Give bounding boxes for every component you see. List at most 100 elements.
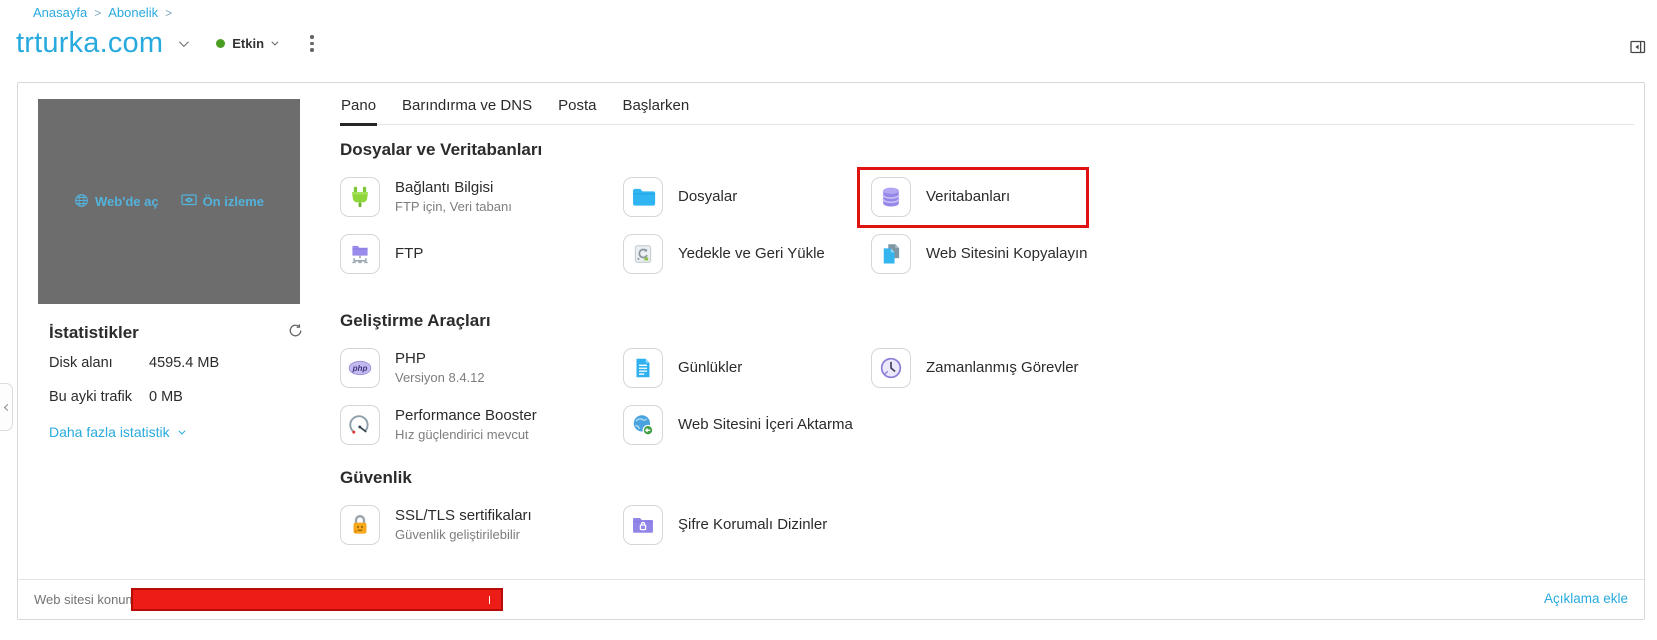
breadcrumb: Anasayfa > Abonelik > [33,5,172,20]
section-security: Güvenlik SSL/TLS serti [340,468,871,545]
item-label: Günlükler [678,359,742,377]
status-dot-icon [216,39,225,48]
preview-eye-icon [181,193,197,210]
item-label: Yedekle ve Geri Yükle [678,245,825,263]
panel-item-gunlukler[interactable]: Günlükler [623,348,871,388]
item-text: Şifre Korumalı Dizinler [678,516,827,534]
breadcrumb-link-abonelik[interactable]: Abonelik [108,5,158,20]
section-title: Güvenlik [340,468,871,488]
svg-text:php: php [352,364,368,373]
kebab-menu-icon[interactable] [306,31,318,56]
ssl-lock-icon[interactable] [340,505,380,545]
folder-lock-icon[interactable] [623,505,663,545]
tab-barindirma-ve-dns[interactable]: Barındırma ve DNS [401,97,533,126]
item-text: Web Sitesini İçeri Aktarma [678,416,853,434]
panel-item-kopyalayin[interactable]: Web Sitesini Kopyalayın [871,234,1087,274]
status-badge[interactable]: Etkin [216,36,276,51]
globe-import-icon[interactable] [623,405,663,445]
tab-pano[interactable]: Pano [340,97,377,126]
panel-item-sifre-korumali[interactable]: Şifre Korumalı Dizinler [623,505,871,545]
stats-title: İstatistikler [49,323,139,343]
gauge-icon[interactable] [340,405,380,445]
redaction-box [131,588,503,611]
item-label: SSL/TLS sertifikaları [395,507,532,525]
card-footer: Web sitesi konumu Açıklama ekle [18,579,1644,619]
open-site-label: Web'de aç [95,194,159,209]
open-site-link[interactable]: Web'de aç [74,193,159,211]
item-text: Günlükler [678,359,742,377]
add-description-link[interactable]: Açıklama ekle [1544,591,1628,606]
title-bar: trturka.com Etkin [16,27,318,60]
folder-icon[interactable] [623,177,663,217]
more-stats-link[interactable]: Daha fazla istatistik [49,424,183,440]
page-title: trturka.com [16,27,163,60]
section-grid: Bağlantı Bilgisi FTP için, Veri tabanı D… [340,177,1087,274]
item-text: Yedekle ve Geri Yükle [678,245,825,263]
item-label: Şifre Korumalı Dizinler [678,516,827,534]
php-icon[interactable]: php [340,348,380,388]
clock-icon[interactable] [871,348,911,388]
panel-item-ftp[interactable]: FTP [340,234,623,274]
panel-item-veritabanlari[interactable]: Veritabanları [871,177,1087,217]
tab-posta[interactable]: Posta [557,97,597,126]
collapse-panel-icon[interactable] [1630,40,1646,59]
item-text: Veritabanları [926,188,1010,206]
stat-value: 4595.4 MB [149,355,219,371]
section-title: Dosyalar ve Veritabanları [340,140,1087,160]
item-sublabel: FTP için, Veri tabanı [395,200,512,214]
item-label: Web Sitesini Kopyalayın [926,245,1087,263]
database-icon[interactable] [871,177,911,217]
panel-item-dosyalar[interactable]: Dosyalar [623,177,871,217]
logs-icon[interactable] [623,348,663,388]
section-title: Geliştirme Araçları [340,311,1079,331]
panel-item-zamanlanmis[interactable]: Zamanlanmış Görevler [871,348,1079,388]
preview-link[interactable]: Ön izleme [181,193,264,210]
refresh-icon[interactable] [288,323,303,343]
panel-item-baglanti-bilgisi[interactable]: Bağlantı Bilgisi FTP için, Veri tabanı [340,177,623,217]
tab-bar: Pano Barındırma ve DNS Posta Başlarken [340,97,1634,125]
preview-label: Ön izleme [203,194,264,209]
item-label: Veritabanları [926,188,1010,206]
item-text: Bağlantı Bilgisi FTP için, Veri tabanı [395,179,512,214]
section-grid: SSL/TLS sertifikaları Güvenlik geliştiri… [340,505,871,545]
item-label: Bağlantı Bilgisi [395,179,512,197]
status-chevron-down-icon [271,39,278,46]
item-sublabel: Hız güçlendirici mevcut [395,428,537,442]
item-text: Web Sitesini Kopyalayın [926,245,1087,263]
title-chevron-down-icon[interactable] [179,37,189,47]
more-stats-label: Daha fazla istatistik [49,424,170,440]
page: Anasayfa > Abonelik > trturka.com Etkin [0,0,1657,640]
item-text: SSL/TLS sertifikaları Güvenlik geliştiri… [395,507,532,542]
tab-baslarken[interactable]: Başlarken [621,97,690,126]
plug-icon[interactable] [340,177,380,217]
panel-item-php[interactable]: php PHP Versiyon 8.4.12 [340,348,623,388]
section-grid: php PHP Versiyon 8.4.12 [340,348,1079,445]
panel-item-iceri-aktarma[interactable]: Web Sitesini İçeri Aktarma [623,405,871,445]
stat-row-disk: Disk alanı 4595.4 MB [49,355,219,371]
domain-card: Web'de aç Ön izleme İstatistikler [17,82,1645,620]
item-label: Web Sitesini İçeri Aktarma [678,416,853,434]
stat-value: 0 MB [149,389,183,405]
breadcrumb-separator: > [165,6,172,20]
ftp-network-icon[interactable] [340,234,380,274]
panel-item-yedekle[interactable]: Yedekle ve Geri Yükle [623,234,871,274]
item-sublabel: Güvenlik geliştirilebilir [395,528,532,542]
site-preview: Web'de aç Ön izleme [38,99,300,304]
stat-label: Bu ayki trafik [49,389,149,405]
stats-header: İstatistikler [49,323,303,343]
item-text: PHP Versiyon 8.4.12 [395,350,485,385]
item-label: PHP [395,350,485,368]
chevron-down-icon [178,427,185,434]
breadcrumb-separator: > [94,6,101,20]
copy-pages-icon[interactable] [871,234,911,274]
breadcrumb-link-anasayfa[interactable]: Anasayfa [33,5,87,20]
section-dev-tools: Geliştirme Araçları php PHP Versiyon 8.4… [340,311,1079,445]
item-label: Performance Booster [395,407,537,425]
panel-item-performance-booster[interactable]: Performance Booster Hız güçlendirici mev… [340,405,623,445]
backup-icon[interactable] [623,234,663,274]
section-files-databases: Dosyalar ve Veritabanları Bağlantı Bi [340,140,1087,274]
item-sublabel: Versiyon 8.4.12 [395,371,485,385]
item-text: Performance Booster Hız güçlendirici mev… [395,407,537,442]
panel-item-ssl-tls[interactable]: SSL/TLS sertifikaları Güvenlik geliştiri… [340,505,623,545]
sidebar-collapse-handle[interactable] [0,383,13,431]
